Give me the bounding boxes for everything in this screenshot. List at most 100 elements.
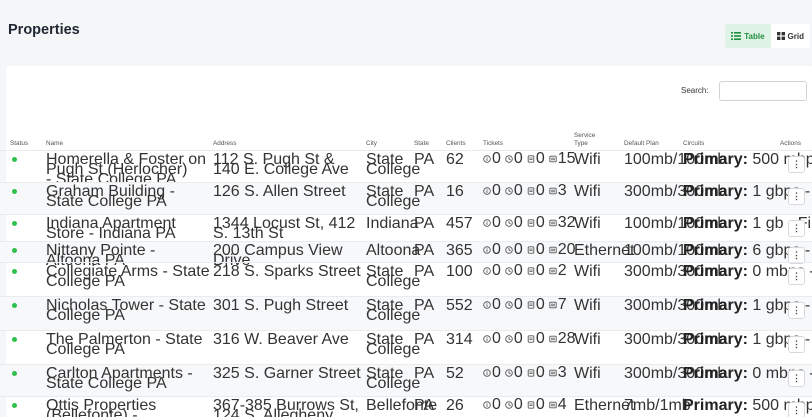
pending-ticket-count: 0	[513, 262, 523, 279]
property-name[interactable]: Graham Building - State College PA	[46, 184, 211, 210]
col-status[interactable]: Status	[10, 140, 28, 148]
property-state: PA	[414, 331, 435, 348]
pending-tickets[interactable]: 0	[505, 242, 523, 258]
message-tickets[interactable]: 15	[549, 151, 576, 167]
table-row[interactable]: Collegiate Arms - State College PA 218 S…	[0, 262, 812, 296]
property-name[interactable]: The Palmerton - State College PA	[46, 332, 211, 358]
message-tickets[interactable]: 3	[549, 365, 567, 381]
property-city: State College	[366, 184, 420, 210]
message-tickets[interactable]: 7	[549, 297, 567, 313]
pending-ticket-count: 0	[513, 150, 523, 167]
table-row[interactable]: Indiana Apartment Store - Indiana PA 134…	[0, 214, 812, 242]
table-row[interactable]: Nittany Pointe - Altoona PA 200 Campus V…	[0, 241, 812, 269]
col-circuits[interactable]: Circuits	[683, 140, 704, 148]
table-row[interactable]: Nicholas Tower - State College PA 301 S.…	[0, 296, 812, 330]
document-tickets[interactable]: 0	[527, 215, 545, 231]
status-indicator	[12, 189, 17, 194]
property-name[interactable]: Homerella & Foster on Pugh St (Herlocher…	[46, 152, 211, 188]
pending-tickets[interactable]: 0	[505, 214, 523, 231]
col-city[interactable]: City	[366, 140, 377, 148]
grid-view-button[interactable]: Grid	[770, 24, 810, 48]
table-row[interactable]: Homerella & Foster on Pugh St (Herlocher…	[0, 150, 812, 188]
document-icon	[527, 219, 535, 227]
col-name[interactable]: Name	[46, 140, 63, 148]
col-clients[interactable]: Clients	[446, 140, 466, 148]
table-row[interactable]: The Palmerton - State College PA 316 W. …	[0, 330, 812, 364]
document-tickets[interactable]: 0	[527, 397, 545, 413]
property-name[interactable]: Nicholas Tower - State College PA	[46, 298, 211, 324]
open-tickets[interactable]: 0	[483, 241, 501, 258]
document-tickets[interactable]: 0	[527, 242, 545, 258]
col-service-line2[interactable]: Type	[574, 140, 588, 148]
row-actions-button[interactable]: ⋮	[788, 336, 805, 353]
open-tickets[interactable]: 0	[483, 263, 501, 279]
message-tickets[interactable]: 2	[549, 263, 567, 279]
property-name-line1: Indiana Apartment Store - Indiana PA	[46, 215, 176, 242]
pending-tickets[interactable]: 0	[505, 262, 523, 279]
pending-tickets[interactable]: 0	[505, 297, 523, 313]
row-actions-button[interactable]: ⋮	[788, 220, 805, 237]
row-actions-button[interactable]: ⋮	[788, 156, 805, 173]
message-tickets[interactable]: 28	[549, 331, 576, 347]
document-tickets[interactable]: 0	[527, 331, 545, 347]
table-row[interactable]: Graham Building - State College PA 126 S…	[0, 182, 812, 214]
property-city: State College	[366, 298, 420, 324]
table-row[interactable]: Ottis Properties (Bellefonte) - Bellefon…	[0, 396, 812, 417]
property-name[interactable]: Ottis Properties (Bellefonte) - Bellefon…	[46, 398, 211, 417]
property-address: 325 S. Garner Street	[213, 365, 361, 382]
status-indicator	[12, 371, 17, 376]
document-tickets[interactable]: 0	[527, 263, 545, 279]
document-tickets[interactable]: 0	[527, 151, 545, 167]
property-name[interactable]: Collegiate Arms - State College PA	[46, 264, 211, 290]
document-tickets[interactable]: 0	[527, 297, 545, 313]
pending-tickets[interactable]: 0	[505, 331, 523, 347]
property-name[interactable]: Indiana Apartment Store - Indiana PA	[46, 215, 211, 242]
property-state: PA	[414, 397, 435, 414]
search-input[interactable]	[719, 81, 807, 101]
pending-tickets[interactable]: 0	[505, 183, 523, 199]
open-tickets[interactable]: 0	[483, 396, 501, 413]
pending-tickets[interactable]: 0	[505, 396, 523, 413]
col-address[interactable]: Address	[213, 140, 236, 148]
property-city: Indiana	[366, 216, 419, 232]
document-icon	[527, 155, 535, 163]
col-service-line1[interactable]: Service	[574, 132, 595, 140]
open-tickets[interactable]: 0	[483, 365, 501, 381]
document-tickets[interactable]: 0	[527, 183, 545, 199]
open-tickets[interactable]: 0	[483, 215, 501, 231]
circuit-label: Primary:	[683, 151, 748, 168]
row-actions-button[interactable]: ⋮	[788, 268, 805, 285]
row-actions-button[interactable]: ⋮	[788, 370, 805, 387]
pending-ticket-count: 0	[513, 396, 523, 413]
col-tickets[interactable]: Tickets	[483, 140, 503, 148]
message-tickets[interactable]: 32	[549, 215, 576, 231]
document-tickets[interactable]: 0	[527, 365, 545, 381]
pending-tickets[interactable]: 0	[505, 365, 523, 381]
info-icon	[483, 369, 491, 377]
pending-ticket-count: 0	[513, 214, 523, 231]
row-actions-button[interactable]: ⋮	[788, 402, 805, 417]
table-row[interactable]: Carlton Apartments - State College PA 32…	[0, 364, 812, 396]
open-tickets[interactable]: 0	[483, 151, 501, 167]
message-tickets[interactable]: 4	[549, 397, 567, 413]
col-state[interactable]: State	[414, 140, 429, 148]
property-address: 367-385 Burrows St, 124 S. Allegheny	[213, 397, 359, 417]
more-vertical-icon: ⋮	[792, 223, 801, 233]
open-ticket-count: 0	[492, 241, 501, 258]
open-ticket-count: 0	[492, 396, 501, 413]
row-actions-button[interactable]: ⋮	[788, 188, 805, 205]
row-actions-button[interactable]: ⋮	[788, 302, 805, 319]
property-name[interactable]: Carlton Apartments - State College PA	[46, 366, 211, 392]
message-tickets[interactable]: 20	[549, 242, 576, 258]
open-tickets[interactable]: 0	[483, 297, 501, 313]
property-address: 218 S. Sparks Street	[213, 263, 361, 280]
table-view-button[interactable]: Table	[725, 24, 771, 48]
clock-icon	[505, 369, 513, 377]
pending-tickets[interactable]: 0	[505, 150, 523, 167]
col-default-plan[interactable]: Default Plan	[624, 140, 659, 148]
open-tickets[interactable]: 0	[483, 183, 501, 199]
message-tickets[interactable]: 3	[549, 183, 567, 199]
property-city: State College	[366, 264, 420, 290]
open-tickets[interactable]: 0	[483, 331, 501, 347]
property-address: 112 S. Pugh St & 140 E. College Ave	[213, 151, 349, 178]
